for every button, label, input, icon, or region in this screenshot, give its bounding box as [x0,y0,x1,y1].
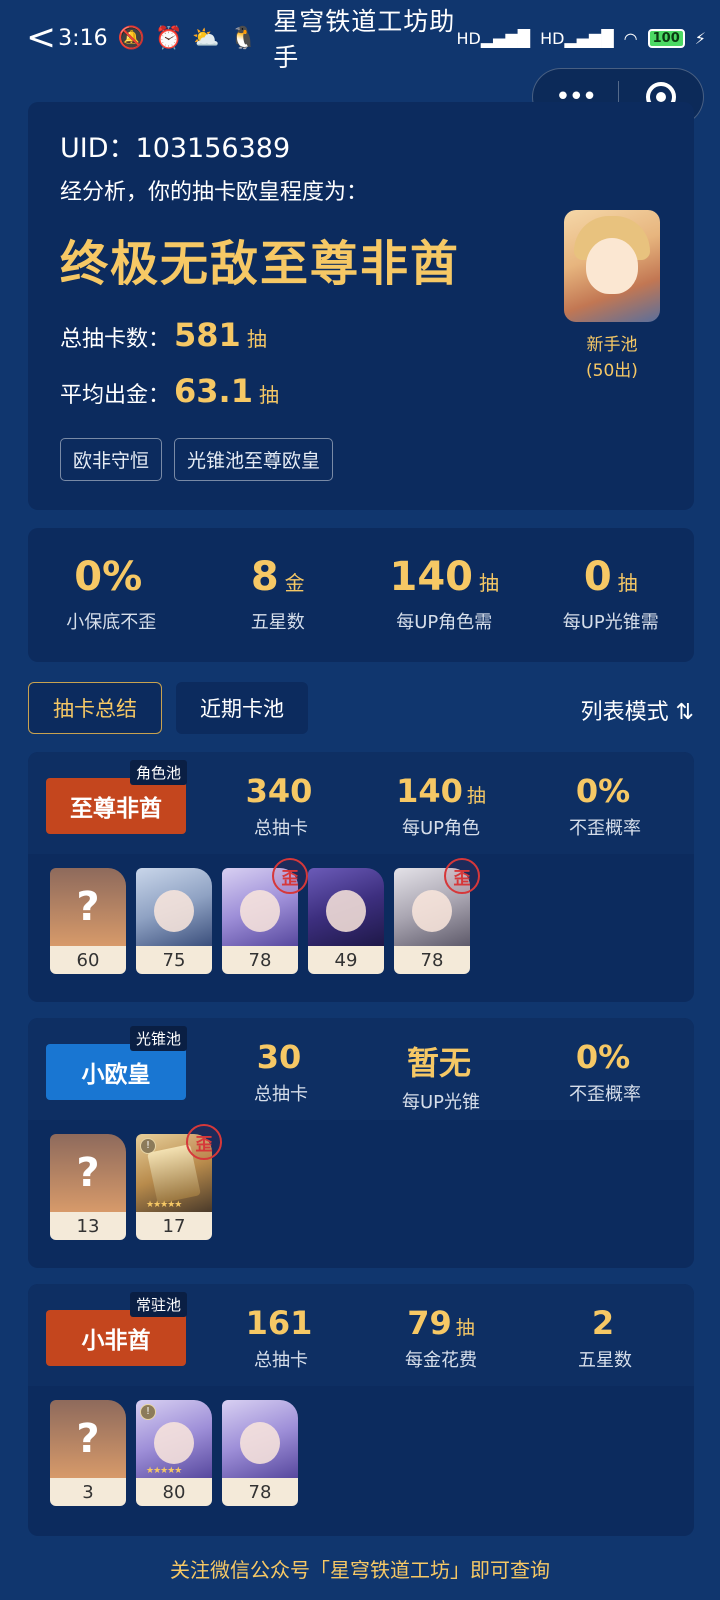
battery-icon: 100 [647,28,685,48]
pool-metric: 2 五星数 [578,1304,632,1371]
pull-count: 80 [136,1478,212,1506]
pool-type-label: 常驻池 [130,1292,188,1317]
signal-icon-2: HD▂▄▆█ [540,28,614,48]
standard-pool-card: 小非酋 常驻池 161 总抽卡 79 抽 每金花费 2 五星数 ? 3 ! ★★★… [28,1284,694,1536]
pull-count: 17 [136,1212,212,1240]
pending-pull-card[interactable]: ? 3 [50,1400,126,1506]
character-portrait [222,1400,298,1478]
stat-five-star-count: 8金 五星数 [250,554,305,633]
total-pulls-label: 总抽卡数： [60,327,171,352]
question-mark-icon: ? [50,868,126,946]
pull-count: 78 [394,946,470,974]
total-pulls-value: 581 [174,316,241,354]
view-mode-toggle[interactable]: 列表模式 ⇅ [581,694,694,726]
mute-icon: 🔕 [117,25,145,51]
pull-history-list: ? 60 75 78 歪 49 78 歪 [50,858,480,974]
average-gold-unit: 抽 [258,383,279,407]
qq-icon: 🐧 [229,25,258,51]
character-card[interactable]: 78 [222,1400,298,1506]
pull-count: 49 [308,946,384,974]
featured-character[interactable]: 新手池 (50出) [564,210,660,384]
character-portrait [136,868,212,946]
character-avatar [564,210,660,322]
total-pulls-row: 总抽卡数： 581 抽 [60,316,267,354]
lightcone-pool-card: 小欧皇 光锥池 30 总抽卡 暂无 每UP光锥 0% 不歪概率 ? 13 ! ★… [28,1018,694,1268]
charging-icon: ⚡ [694,28,706,48]
pool-metric: 30 总抽卡 [254,1038,308,1105]
overview-stats-card: 0% 小保底不歪 8金 五星数 140 抽 每UP角色需 0抽 每UP光锥需 [28,528,694,662]
luck-grade: 终极无敌至尊非酋 [60,236,461,292]
character-card[interactable]: 78 歪 [222,858,308,974]
question-mark-icon: ? [50,1134,126,1212]
stat-pulls-per-up-lightcone: 0抽 每UP光锥需 [562,554,659,633]
app-title: 星穹铁道工坊助手 [273,7,456,72]
footer-note: 关注微信公众号「星穹铁道工坊」即可查询 [170,1558,550,1582]
character-card[interactable]: 78 歪 [394,858,480,974]
pool-metric: 140 抽 每UP角色 [396,772,486,839]
character-card[interactable]: 75 [136,868,212,974]
lightcone-card[interactable]: ! ★★★★★ 80 [136,1400,212,1506]
tag-list: 欧非守恒 光锥池至尊欧皇 [60,438,334,481]
rarity-stars-icon: ★★★★★ [146,1466,182,1476]
clock-time: 3:16 [58,25,108,51]
lost-5050-stamp: 歪 [272,858,308,894]
tab-recent-pools[interactable]: 近期卡池 [176,682,308,734]
average-gold-row: 平均出金： 63.1 抽 [60,372,279,410]
pull-count: 13 [50,1212,126,1240]
path-icon: ! [140,1404,156,1420]
pool-metric: 暂无 每UP光锥 [401,1044,481,1113]
pull-count: 78 [222,1478,298,1506]
average-gold-label: 平均出金： [60,383,171,408]
system-indicators: HD▂▄▆█ HD▂▄▆█ ◠ 100 ⚡ [456,28,706,48]
pool-metric: 161 总抽卡 [245,1304,313,1371]
lightcone-portrait: ! ★★★★★ [136,1400,212,1478]
pull-history-list: ? 3 ! ★★★★★ 80 78 [50,1400,298,1506]
tag-item: 光锥池至尊欧皇 [174,438,334,481]
average-gold-value: 63.1 [174,372,253,410]
lost-5050-stamp: 歪 [186,1124,222,1160]
rarity-stars-icon: ★★★★★ [146,1200,182,1210]
character-card[interactable]: 49 [308,868,384,974]
tag-item: 欧非守恒 [60,438,163,481]
pull-history-list: ? 13 ! ★★★★★ 17 歪 [50,1124,222,1240]
pending-pull-card[interactable]: ? 13 [50,1134,126,1240]
lost-5050-stamp: 歪 [444,858,480,894]
tab-bar: 抽卡总结 近期卡池 列表模式 ⇅ [28,682,694,734]
question-mark-icon: ? [50,1400,126,1478]
pull-count: 75 [136,946,212,974]
lightcone-card[interactable]: ! ★★★★★ 17 歪 [136,1124,222,1240]
pending-pull-card[interactable]: ? 60 [50,868,126,974]
pool-metric: 0% 不歪概率 [569,772,641,839]
pool-type-label: 光锥池 [130,1026,188,1051]
total-pulls-unit: 抽 [246,327,267,351]
pool-metric: 0% 不歪概率 [569,1038,641,1105]
character-pool-card: 至尊非酋 角色池 340 总抽卡 140 抽 每UP角色 0% 不歪概率 ? 60… [28,752,694,1002]
status-bar: < 3:16 🔕 ⏰ ⛅ 🐧 星穹铁道工坊助手 HD▂▄▆█ HD▂▄▆█ ◠ … [0,0,720,76]
analysis-intro: 经分析，你的抽卡欧皇程度为： [60,180,369,205]
tab-pull-summary[interactable]: 抽卡总结 [28,682,162,734]
pool-rating-badge: 小欧皇 [46,1044,186,1100]
character-portrait [308,868,384,946]
pool-rating-badge: 小非酋 [46,1310,186,1366]
uid-label: UID：103156389 [60,133,291,164]
pool-type-label: 角色池 [130,760,188,785]
pool-rating-badge: 至尊非酋 [46,778,186,834]
back-arrow-icon[interactable]: < [26,20,56,56]
pull-count: 60 [50,946,126,974]
summary-card: UID：103156389 经分析，你的抽卡欧皇程度为： 终极无敌至尊非酋 总抽… [28,102,694,510]
alarm-icon: ⏰ [154,25,183,51]
weather-icon: ⛅ [192,25,220,51]
stat-no-lose-5050: 0% 小保底不歪 [66,554,157,633]
beginner-pool-label: 新手池 (50出) [586,335,638,381]
pull-count: 78 [222,946,298,974]
pull-count: 3 [50,1478,126,1506]
stat-pulls-per-up-character: 140 抽 每UP角色需 [389,554,500,633]
pool-metric: 79 抽 每金花费 [405,1304,477,1371]
pool-metric: 340 总抽卡 [245,772,313,839]
wifi-icon: ◠ [623,28,638,48]
signal-icon: HD▂▄▆█ [456,28,531,48]
